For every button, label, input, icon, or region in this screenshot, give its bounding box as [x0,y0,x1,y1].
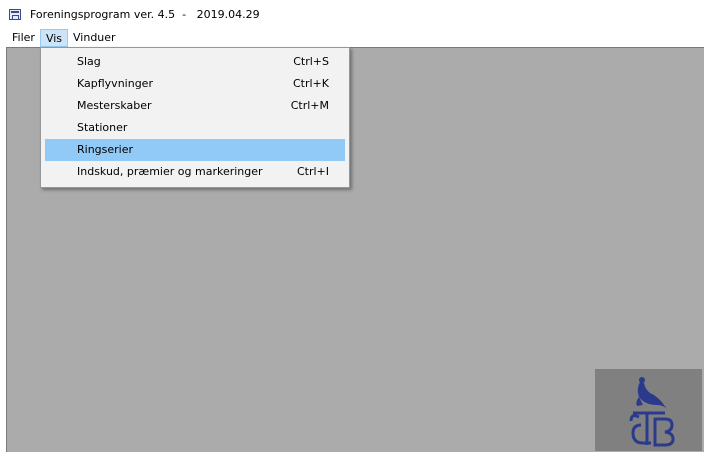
window-title: Foreningsprogram ver. 4.5 - 2019.04.29 [30,8,260,21]
menu-item-mesterskaber[interactable]: Mesterskaber Ctrl+M [45,95,345,117]
menu-vis[interactable]: Vis [39,28,69,47]
menu-filer[interactable]: Filer [7,29,40,47]
menu-item-label: Kapflyvninger [77,77,153,90]
menu-item-shortcut: Ctrl+S [293,55,329,68]
title-bar[interactable]: Foreningsprogram ver. 4.5 - 2019.04.29 [0,0,704,28]
logo-panel [595,369,702,451]
app-window-icon[interactable] [9,9,21,20]
menu-item-shortcut: Ctrl+K [292,77,329,90]
menu-item-stationer[interactable]: Stationer [45,117,345,139]
menu-item-label: Slag [77,55,101,68]
menu-item-slag[interactable]: Slag Ctrl+S [45,51,345,73]
menu-item-shortcut: Ctrl+I [296,165,329,178]
menu-item-label: Mesterskaber [77,99,152,112]
menu-vinduer[interactable]: Vinduer [68,29,121,47]
menu-bar: Filer Vis Vinduer [0,28,704,47]
menu-item-kapflyvninger[interactable]: Kapflyvninger Ctrl+K [45,73,345,95]
menu-item-ringserier[interactable]: Ringserier [45,139,345,161]
menu-item-label: Indskud, præmier og markeringer [77,165,263,178]
pigeon-logo-icon [629,377,675,447]
menu-item-indskud[interactable]: Indskud, præmier og markeringer Ctrl+I [45,161,345,183]
vis-dropdown-menu: Slag Ctrl+S Kapflyvninger Ctrl+K Mesters… [40,47,350,188]
menu-item-shortcut: Ctrl+M [290,99,329,112]
menu-item-label: Ringserier [77,143,134,156]
menu-item-label: Stationer [77,121,128,134]
